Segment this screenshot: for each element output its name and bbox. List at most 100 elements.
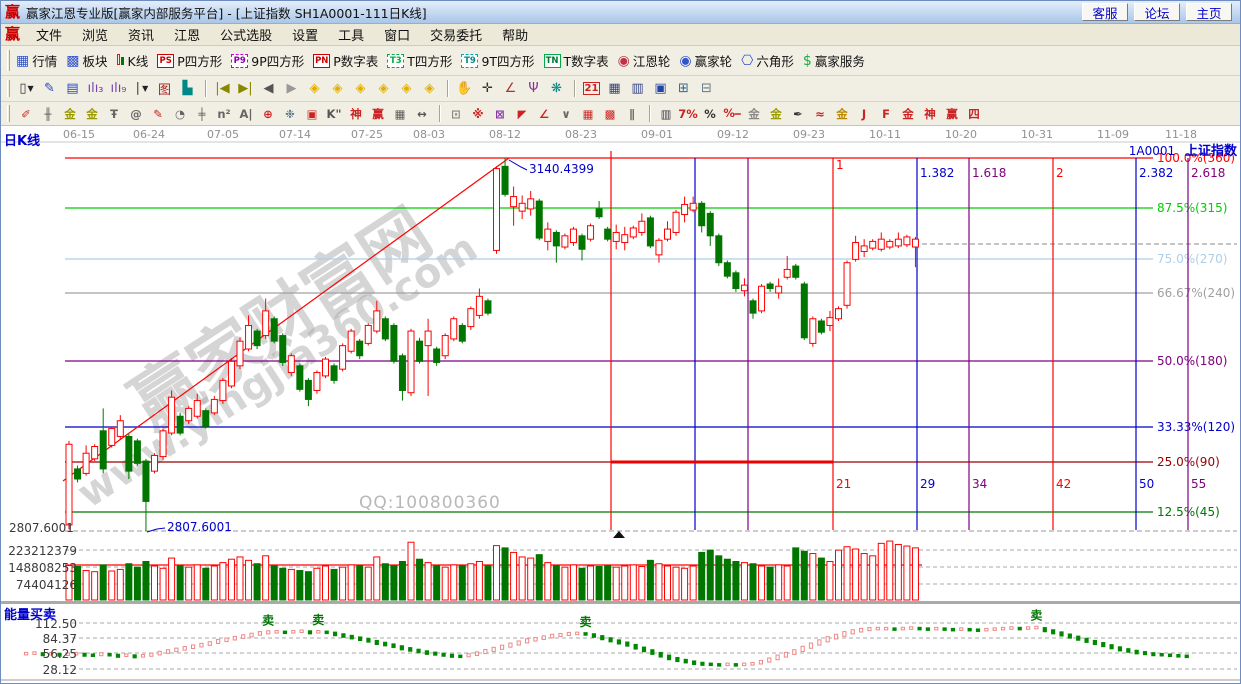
shen-tool-icon[interactable]: 神 (346, 105, 366, 123)
ying-tool-icon[interactable]: 赢 (368, 105, 388, 123)
gann-wheel-button[interactable]: ◉江恩轮 (618, 51, 671, 70)
circle-target-icon[interactable]: ⊕ (258, 105, 278, 123)
sketch-icon[interactable]: ✎ (39, 79, 60, 99)
purple-box-icon[interactable]: ⊠ (490, 105, 510, 123)
t-square-button[interactable]: T3T四方形 (387, 51, 452, 70)
ying-angle-icon[interactable]: 赢 (942, 105, 962, 123)
candle-style-dropdown[interactable]: ▯▼ (16, 79, 37, 99)
ink-brush-icon[interactable]: ✒ (788, 105, 808, 123)
red-grid-icon[interactable]: 图 (154, 79, 175, 99)
p9-square-button[interactable]: P99P四方形 (231, 51, 304, 70)
winner-wheel-button[interactable]: ◉赢家轮 (679, 51, 732, 70)
bars-9-icon[interactable]: ılı₉ (108, 79, 129, 99)
hand-tool-icon[interactable]: ✋ (454, 79, 475, 99)
comb2-icon[interactable]: ╪ (192, 105, 212, 123)
notes-icon[interactable]: ▥ (627, 79, 648, 99)
last-bar-icon[interactable]: ▶| (235, 79, 256, 99)
expand-all-icon[interactable]: ◈ (396, 79, 417, 99)
grid-net-icon[interactable]: Ψ (523, 79, 544, 99)
calculator-icon[interactable]: ▦ (604, 79, 625, 99)
menu-item-江恩[interactable]: 江恩 (164, 23, 210, 46)
bars-3-icon[interactable]: ılı₃ (85, 79, 106, 99)
remote-icon[interactable]: ⊟ (696, 79, 717, 99)
gold-angle-icon[interactable]: 金 (898, 105, 918, 123)
sectors-button[interactable]: ▩板块 (66, 51, 107, 70)
si-angle-icon[interactable]: 四 (964, 105, 984, 123)
trend-lines-icon[interactable]: ∠ (534, 105, 554, 123)
menu-item-窗口[interactable]: 窗口 (374, 23, 420, 46)
expand-x-icon[interactable]: ◈ (350, 79, 371, 99)
p-square-button[interactable]: PSP四方形 (157, 51, 222, 70)
wave-icon[interactable]: ≈ (810, 105, 830, 123)
t9-square-button[interactable]: T99T四方形 (461, 51, 534, 70)
ruler-days-icon[interactable]: ▦ (390, 105, 410, 123)
quotes-button[interactable]: ▦行情 (16, 51, 57, 70)
shift-left-icon[interactable]: ◈ (304, 79, 325, 99)
gann-trendline[interactable] (63, 158, 509, 481)
shift-right-icon[interactable]: ◈ (327, 79, 348, 99)
gold-circle-icon[interactable]: 金 (744, 105, 764, 123)
first-bar-icon[interactable]: |◀ (212, 79, 233, 99)
winner-service-button[interactable]: $赢家服务 (803, 51, 865, 70)
expand-y-icon[interactable]: ◈ (419, 79, 440, 99)
next-bar-icon[interactable]: ▶ (281, 79, 302, 99)
pct-lines-icon[interactable]: %⎯ (722, 105, 742, 123)
p-number-table-button[interactable]: PNP数字表 (313, 51, 378, 70)
comb-ruler-icon[interactable]: ╫ (38, 105, 58, 123)
grid-red2-icon[interactable]: ▩ (600, 105, 620, 123)
gold2-icon[interactable]: 金 (832, 105, 852, 123)
menu-item-浏览[interactable]: 浏览 (72, 23, 118, 46)
frame-tool-icon[interactable]: ⊡ (446, 105, 466, 123)
crosshair-icon[interactable]: ✛ (477, 79, 498, 99)
pencil-compass-icon[interactable]: ✐ (16, 105, 36, 123)
service-button[interactable]: 客服 (1082, 3, 1128, 21)
gold-crown-icon[interactable]: 金 (60, 105, 80, 123)
kline-chart[interactable]: 赢家财富网www.yingjia360.com06-1506-2407-0507… (1, 126, 1241, 684)
note-icon[interactable]: ▤ (62, 79, 83, 99)
menu-item-设置[interactable]: 设置 (282, 23, 328, 46)
prev-bar-icon[interactable]: ◀ (258, 79, 279, 99)
pane-separator[interactable] (1, 601, 1241, 604)
thin-candle-dropdown[interactable]: ∣▼ (131, 79, 152, 99)
parallel-lines-icon[interactable]: ∥ (622, 105, 642, 123)
box-web-icon[interactable]: ▣ (302, 105, 322, 123)
red-pencil-icon[interactable]: ✎ (148, 105, 168, 123)
span-arrow-icon[interactable]: ↔ (412, 105, 432, 123)
shen-angle-icon[interactable]: 神 (920, 105, 940, 123)
grid-red-icon[interactable]: ▦ (578, 105, 598, 123)
menu-item-资讯[interactable]: 资讯 (118, 23, 164, 46)
calendar-21-icon[interactable]: 21 (581, 79, 602, 99)
star-web-icon[interactable]: ❉ (280, 105, 300, 123)
f-angle-icon[interactable]: F (876, 105, 896, 123)
a-mirror-icon[interactable]: A| (236, 105, 256, 123)
gold-crown2-icon[interactable]: 金 (82, 105, 102, 123)
menu-item-文件[interactable]: 文件 (26, 23, 72, 46)
f-ruler-icon[interactable]: Ŧ (104, 105, 124, 123)
menu-item-帮助[interactable]: 帮助 (492, 23, 538, 46)
hexagon-button[interactable]: ⎔六角形 (741, 51, 794, 70)
angle-tool-icon[interactable]: ∠ (500, 79, 521, 99)
network-icon[interactable]: ⊞ (673, 79, 694, 99)
j-angle-icon[interactable]: J (854, 105, 874, 123)
spiral-icon[interactable]: @ (126, 105, 146, 123)
price-table-icon[interactable]: ▥ (656, 105, 676, 123)
map-tool-icon[interactable]: ❋ (546, 79, 567, 99)
clock-ruler-icon[interactable]: ◔ (170, 105, 190, 123)
v-bottom-icon[interactable]: ∨ (556, 105, 576, 123)
home-button[interactable]: 主页 (1186, 3, 1232, 21)
compress-x-icon[interactable]: ◈ (373, 79, 394, 99)
stock-label[interactable]: 1A0001 上证指数 (1129, 140, 1237, 159)
percent-icon[interactable]: % (700, 105, 720, 123)
save-icon[interactable]: ▣ (650, 79, 671, 99)
fan-shade-icon[interactable]: ◤ (512, 105, 532, 123)
t-number-table-button[interactable]: TNT数字表 (544, 51, 609, 70)
n-squared-icon[interactable]: n² (214, 105, 234, 123)
menu-item-公式选股[interactable]: 公式选股 (210, 23, 282, 46)
forum-button[interactable]: 论坛 (1134, 3, 1180, 21)
rays-icon[interactable]: ※ (468, 105, 488, 123)
menu-item-交易委托[interactable]: 交易委托 (420, 23, 492, 46)
gold-levels-icon[interactable]: 金 (766, 105, 786, 123)
k-quotes-icon[interactable]: K" (324, 105, 344, 123)
kline-button[interactable]: K线 (117, 51, 149, 70)
histogram-icon[interactable]: ▙ (177, 79, 198, 99)
